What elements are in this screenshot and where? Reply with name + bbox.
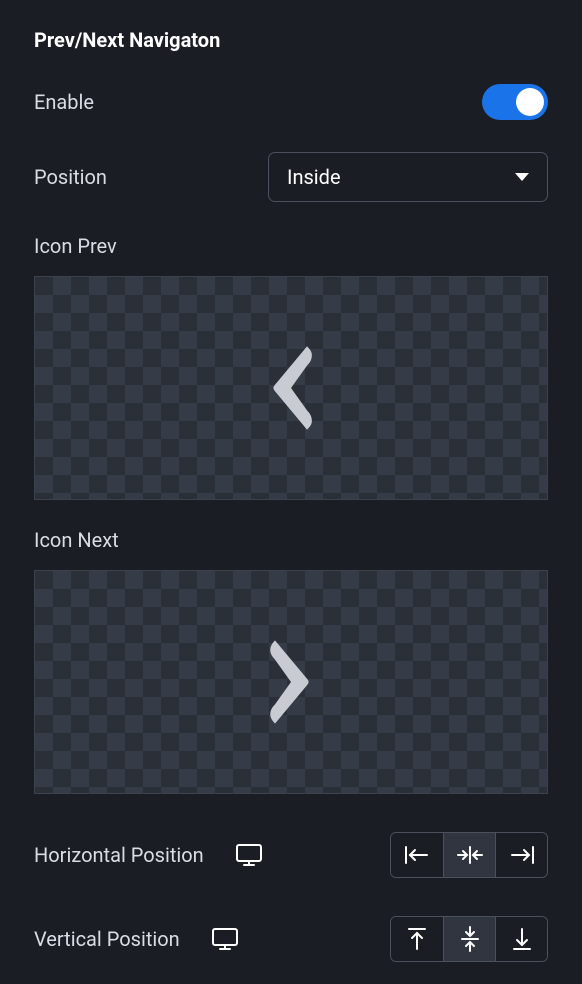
hpos-center-button[interactable] (443, 833, 495, 877)
toggle-knob (516, 88, 544, 116)
vpos-label: Vertical Position (34, 927, 180, 951)
enable-toggle[interactable] (482, 84, 548, 120)
position-value: Inside (287, 165, 341, 189)
enable-row: Enable (34, 84, 548, 120)
hpos-right-button[interactable] (495, 833, 547, 877)
vpos-left-group: Vertical Position (34, 927, 238, 951)
vertical-position-row: Vertical Position (34, 916, 548, 962)
hpos-segmented (390, 832, 548, 878)
vpos-bottom-button[interactable] (495, 917, 547, 961)
desktop-icon-2[interactable] (212, 928, 238, 950)
vpos-middle-button[interactable] (443, 917, 495, 961)
hpos-left-button[interactable] (391, 833, 443, 877)
icon-next-preview[interactable] (34, 570, 548, 794)
horizontal-position-row: Horizontal Position (34, 832, 548, 878)
chevron-down-icon (515, 173, 529, 181)
hpos-left-group: Horizontal Position (34, 843, 262, 867)
desktop-icon[interactable] (236, 844, 262, 866)
hpos-label: Horizontal Position (34, 843, 204, 867)
icon-prev-preview[interactable] (34, 276, 548, 500)
chevron-right-icon (258, 634, 324, 730)
icon-prev-label: Icon Prev (34, 234, 548, 258)
position-label: Position (34, 165, 107, 189)
enable-label: Enable (34, 90, 94, 114)
chevron-left-icon (258, 340, 324, 436)
icon-next-label: Icon Next (34, 528, 548, 552)
vpos-segmented (390, 916, 548, 962)
position-select[interactable]: Inside (268, 152, 548, 202)
vpos-top-button[interactable] (391, 917, 443, 961)
position-row: Position Inside (34, 152, 548, 202)
section-title: Prev/Next Navigaton (34, 28, 548, 52)
